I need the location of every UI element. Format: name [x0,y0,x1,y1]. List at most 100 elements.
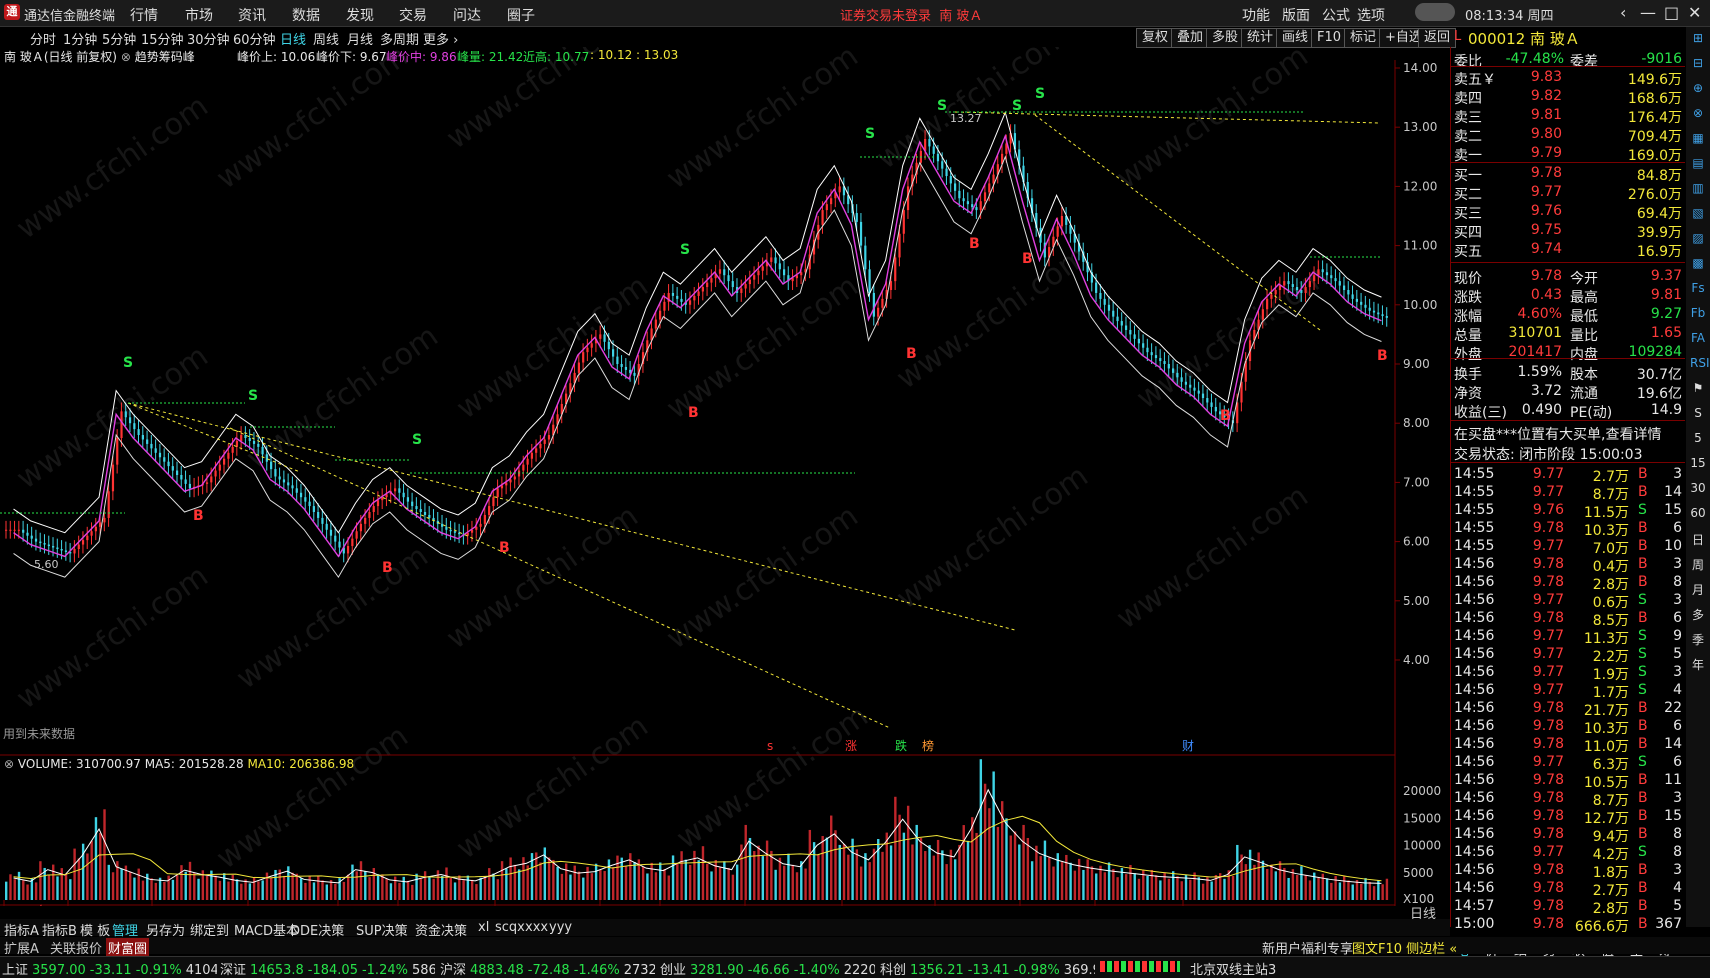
btn-duogu[interactable]: 多股 [1206,28,1245,48]
tick-row[interactable]: 14:55 9.78 10.3万 B 6 [1452,520,1684,539]
period-monthly[interactable]: 月线 [347,29,373,48]
quote-row[interactable]: 外盘 201417 内盘 109284 [1452,344,1684,363]
btn-fanhui[interactable]: 返回 [1418,28,1457,48]
side-icon[interactable]: 日 [1690,531,1706,548]
tick-row[interactable]: 14:56 9.77 1.9万 S 3 [1452,664,1684,683]
tick-row[interactable]: 14:56 9.78 8.7万 B 3 [1452,790,1684,809]
btn-f10[interactable]: F10 [1311,28,1348,48]
btn-diejia[interactable]: 叠加 [1171,28,1210,48]
related-quote-tab[interactable]: 关联报价 [50,938,102,957]
quote-row[interactable]: 涨跌 0.43 最高 9.81 [1452,287,1684,306]
index-quote[interactable]: 创业3281.90-46.66-1.40%2220亿 [660,959,875,978]
side-icon[interactable]: 年 [1690,656,1706,673]
menu-shuju[interactable]: 数据 [292,5,320,25]
side-icon[interactable]: ▥ [1690,181,1706,195]
period-weekly[interactable]: 周线 [313,29,339,48]
event-marker[interactable]: 涨 [845,738,857,753]
menu-gongneng[interactable]: 功能 [1242,5,1270,25]
tick-row[interactable]: 14:56 9.77 6.3万 S 6 [1452,754,1684,773]
ask-row[interactable]: 卖四 9.82 168.6万 [1452,88,1684,107]
side-icon[interactable]: 周 [1690,556,1706,573]
tick-row[interactable]: 14:55 9.76 11.5万 S 15 [1452,502,1684,521]
event-marker[interactable]: 财 [1182,739,1194,753]
bid-row[interactable]: 买五 9.74 16.9万 [1452,241,1684,260]
menu-quanzi[interactable]: 圈子 [507,5,535,25]
side-icon[interactable]: ▤ [1690,156,1706,170]
side-icon[interactable]: ⊞ [1690,31,1706,45]
ask-row[interactable]: 卖二 9.80 709.4万 [1452,126,1684,145]
period-30min[interactable]: 30分钟 [187,29,230,48]
tick-row[interactable]: 14:56 9.78 9.4万 B 8 [1452,826,1684,845]
tick-row[interactable]: 14:56 9.77 0.6万 S 3 [1452,592,1684,611]
side-icon[interactable]: RSI [1690,356,1710,370]
side-icon[interactable]: 30 [1690,481,1706,495]
tick-row[interactable]: 14:56 9.78 0.4万 B 3 [1452,556,1684,575]
btn-biaoji[interactable]: 标记 [1344,28,1383,48]
tick-row[interactable]: 14:57 9.78 2.8万 B 5 [1452,898,1684,917]
side-icon[interactable]: ⊕ [1690,81,1706,95]
weibi-row[interactable]: 委比 -47.48% 委差 -9016 [1452,51,1684,70]
menu-zixun[interactable]: 资讯 [238,5,266,25]
side-icon[interactable]: Fb [1690,306,1706,320]
tick-row[interactable]: 14:56 9.78 11.0万 B 14 [1452,736,1684,755]
bid-row[interactable]: 买三 9.76 69.4万 [1452,203,1684,222]
tick-row[interactable]: 14:56 9.78 2.7万 B 4 [1452,880,1684,899]
side-icon[interactable]: ▨ [1690,231,1706,245]
indicator-tab[interactable]: scqx [495,920,525,935]
btn-fuquan[interactable]: 复权 [1136,28,1175,48]
quote-row[interactable]: 现价 9.78 今开 9.37 [1452,268,1684,287]
fund-row[interactable]: 收益(三) 0.490 PE(动) 14.9 [1452,402,1684,421]
period-daily[interactable]: 日线 [280,29,306,48]
side-icon[interactable]: 季 [1690,631,1706,648]
side-icon[interactable]: ⊟ [1690,56,1706,70]
period-more[interactable]: 更多 › [423,29,458,48]
tick-row[interactable]: 14:55 9.77 8.7万 B 14 [1452,484,1684,503]
menu-hangqing[interactable]: 行情 [130,5,158,25]
indicator-tab[interactable]: yyy [549,920,572,935]
kline-chart[interactable]: 14.00 13.00 12.00 11.00 10.00 9.00 8.00 7.00 6.0… [0,60,1448,756]
maximize-icon[interactable]: □ [1664,3,1679,22]
volume-chart[interactable]: 2000015000100005000X1002020年111212345678… [0,756,1448,906]
tick-row[interactable]: 14:55 9.77 2.7万 B 3 [1452,466,1684,485]
tick-row[interactable]: 14:56 9.77 4.2万 S 8 [1452,844,1684,863]
tick-row[interactable]: 14:56 9.77 11.3万 S 9 [1452,628,1684,647]
fund-row[interactable]: 换手 1.59% 股本 30.7亿 [1452,364,1684,383]
event-marker[interactable]: 榜 [922,738,934,753]
trade-state[interactable]: 交易状态: 闭市阶段 15:00:03 [1452,444,1684,463]
quote-row[interactable]: 涨幅 4.60% 最低 9.27 [1452,306,1684,325]
ext-tab[interactable]: 扩展A [4,938,39,957]
side-icon[interactable]: S [1690,406,1706,420]
menu-banmian[interactable]: 版面 [1282,5,1310,25]
back-icon[interactable]: ‹ [1620,3,1626,22]
fund-row[interactable]: 净资 3.72 流通 19.6亿 [1452,383,1684,402]
menu-wenda[interactable]: 问达 [453,5,481,25]
user-avatar[interactable] [1415,3,1455,21]
indicator-tab[interactable]: xxx [525,920,548,935]
side-icon[interactable]: Fs [1690,281,1706,295]
tick-row[interactable]: 14:56 9.78 21.7万 B 22 [1452,700,1684,719]
ask-row[interactable]: 卖三 9.81 176.4万 [1452,107,1684,126]
side-icon[interactable]: ▧ [1690,206,1706,220]
side-icon[interactable]: 月 [1690,581,1706,598]
index-quote[interactable]: 上证3597.00-33.11-0.91%4104亿 [2,959,217,978]
f10-sidebar-link[interactable]: 图文F10 侧边栏 « [1352,938,1457,957]
menu-xuanxiang[interactable]: 选项 [1357,5,1385,25]
menu-faxian[interactable]: 发现 [346,5,374,25]
side-icon[interactable]: 多 [1690,606,1706,623]
server-name[interactable]: 北京双线主站3 [1190,959,1276,978]
index-quote[interactable]: 深证14653.8-184.05-1.24%5869亿 [220,959,435,978]
side-icon[interactable]: FA [1690,331,1706,345]
indicator-tab[interactable]: xl [478,920,489,935]
tick-row[interactable]: 14:56 9.78 1.8万 B 3 [1452,862,1684,881]
menu-jiaoyi[interactable]: 交易 [399,5,427,25]
period-fenshi[interactable]: 分时 [30,29,56,48]
side-icon[interactable]: ⊗ [1690,106,1706,120]
event-marker[interactable]: s [767,739,773,753]
side-icon[interactable]: 15 [1690,456,1706,470]
side-icon[interactable]: 5 [1690,431,1706,445]
side-icon[interactable]: ⚑ [1690,381,1706,395]
period-5min[interactable]: 5分钟 [102,29,136,48]
bid-row[interactable]: 买二 9.77 276.0万 [1452,184,1684,203]
period-15min[interactable]: 15分钟 [141,29,184,48]
menu-gongshi[interactable]: 公式 [1322,5,1350,25]
